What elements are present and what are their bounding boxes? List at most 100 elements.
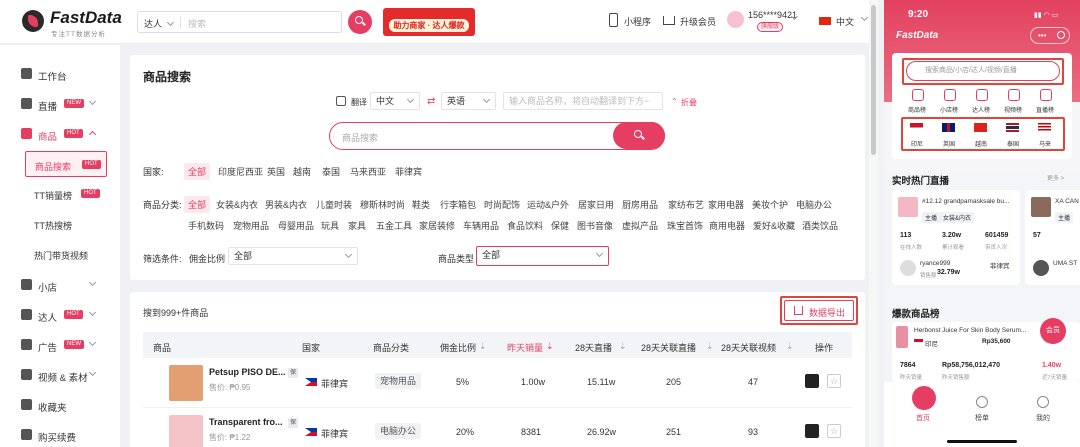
col-related-video[interactable]: 28天关联视频 (721, 341, 776, 354)
category-chip[interactable]: 家用电器 (708, 198, 744, 211)
chevron-down-icon[interactable] (88, 368, 97, 377)
category-chip[interactable]: 家居装修 (419, 219, 455, 232)
country-chip[interactable]: 印度尼西亚 (218, 165, 263, 178)
country-flag-label[interactable]: 泰国 (1007, 139, 1019, 148)
category-chip[interactable]: 男装&内衣 (265, 198, 307, 211)
category-chip[interactable]: 家具 (348, 219, 366, 232)
rank-icon[interactable] (976, 89, 988, 101)
sidebar-sub-hot-videos[interactable]: 热门带货视频 (25, 241, 107, 267)
sidebar-item-favorites[interactable]: 收藏夹 (0, 390, 120, 420)
country-chip[interactable]: 马来西亚 (350, 165, 386, 178)
category-chip[interactable]: 儿童时装 (316, 198, 352, 211)
floating-member-button[interactable]: 会员 (1040, 318, 1066, 344)
sidebar-sub-tt-sales-rank[interactable]: TT销量榜 HOT (25, 181, 107, 207)
country-flag-label[interactable]: 印尼 (911, 139, 923, 148)
mini-program-link[interactable]: 小程序 (624, 15, 651, 28)
scrollbar-thumb[interactable] (871, 5, 876, 155)
product-name[interactable]: Petsup PISO DE... (209, 367, 286, 377)
user-id[interactable]: 156****9421 (748, 10, 797, 20)
live-card[interactable]: #12.12 grandpamasksale bu... 主播 女装&内衣 11… (892, 190, 1020, 285)
rank-icon[interactable] (944, 89, 956, 101)
brand-name[interactable]: FastData (50, 8, 122, 28)
country-flag-label[interactable]: 越南 (975, 139, 987, 148)
category-chip[interactable]: 五金工具 (376, 219, 412, 232)
sidebar-item-live[interactable]: 直播 NEW (0, 89, 120, 119)
sort-icon[interactable]: ⇣ (786, 341, 794, 352)
category-chip[interactable]: 居家日用 (578, 198, 614, 211)
category-chip[interactable]: 虚拟产品 (622, 219, 658, 232)
sidebar-item-workbench[interactable]: 工作台 (0, 59, 120, 89)
mobile-phone-icon[interactable] (609, 13, 618, 27)
rank-icon-label[interactable]: 直播榜 (1036, 105, 1054, 114)
product-thumbnail[interactable] (169, 365, 203, 401)
country-flag-icon[interactable] (1038, 123, 1051, 132)
category-chip[interactable]: 珠宝首饰 (667, 219, 703, 232)
category-chip[interactable]: 母婴用品 (278, 219, 314, 232)
sidebar-item-shop[interactable]: 小店 (0, 270, 120, 300)
capsule-menu[interactable]: ••• (1030, 27, 1070, 44)
rank-tab-icon[interactable] (976, 396, 988, 408)
tab-home[interactable]: 首页 (916, 413, 930, 423)
main-search-input[interactable]: 商品搜索 (342, 131, 378, 144)
sort-icon[interactable]: ⇣ (546, 341, 554, 352)
language-select[interactable]: 中文 (836, 15, 854, 28)
sidebar-item-influencer[interactable]: 达人 HOT (0, 300, 120, 330)
export-data-button[interactable]: 数据导出 (784, 300, 854, 321)
chevron-down-icon[interactable] (88, 308, 97, 317)
category-chip[interactable]: 穆斯林时尚 (360, 198, 405, 211)
star-icon[interactable]: ☆ (827, 374, 841, 388)
global-search-button[interactable] (348, 10, 372, 34)
col-commission[interactable]: 佣金比例 (440, 341, 476, 354)
search-scope-select[interactable]: 达人 (144, 17, 162, 30)
col-yesterday-sales[interactable]: 昨天销量 (507, 341, 543, 354)
rank-icon[interactable] (1040, 89, 1052, 101)
tiktok-icon[interactable] (805, 374, 819, 388)
sidebar-item-ads[interactable]: 广告 NEW (0, 330, 120, 360)
translate-input[interactable]: 输入商品名称，将自动翻译到下方~ (503, 92, 663, 110)
country-flag-label[interactable]: 英国 (943, 139, 955, 148)
chevron-down-icon[interactable] (88, 97, 97, 106)
category-chip[interactable]: 宠物用品 (233, 219, 269, 232)
country-chip[interactable]: 菲律宾 (395, 165, 422, 178)
main-search-button[interactable] (613, 122, 665, 149)
category-chip[interactable]: 家纺布艺 (668, 198, 704, 211)
country-flag-label[interactable]: 马来 (1039, 139, 1051, 148)
category-chip[interactable]: 车辆用品 (463, 219, 499, 232)
translate-from-select[interactable]: 中文 (370, 92, 420, 110)
country-flag-icon[interactable] (942, 123, 955, 132)
china-flag-icon[interactable] (819, 17, 831, 25)
country-flag-icon[interactable] (910, 123, 923, 132)
category-chip[interactable]: 厨房用品 (622, 198, 658, 211)
category-chip[interactable]: 食品饮料 (507, 219, 543, 232)
star-icon[interactable]: ☆ (827, 424, 841, 438)
product-type-select[interactable]: 全部 (476, 246, 609, 266)
rank-icon[interactable] (1008, 89, 1020, 101)
crown-icon[interactable] (663, 16, 675, 25)
global-search-input[interactable]: 搜索 (188, 17, 206, 30)
category-chip[interactable]: 行李箱包 (440, 198, 476, 211)
rank-icon[interactable] (912, 89, 924, 101)
category-chip[interactable]: 图书音像 (577, 219, 613, 232)
collapse-icon[interactable]: ⌃ (671, 97, 678, 106)
live-card-2[interactable]: XA CAN 主播 57 UMA ST (1025, 190, 1080, 285)
rank-icon-label[interactable]: 达人榜 (972, 105, 990, 114)
col-related-live[interactable]: 28天关联直播 (641, 341, 696, 354)
tab-rank[interactable]: 榜单 (975, 413, 989, 423)
country-chip[interactable]: 英国 (267, 165, 285, 178)
country-chip[interactable]: 越南 (293, 165, 311, 178)
category-chip[interactable]: 酒类饮品 (802, 219, 838, 232)
swap-icon[interactable]: ⇄ (427, 96, 435, 107)
col-live-28d[interactable]: 28天直播 (575, 341, 612, 354)
sidebar-sub-product-search[interactable]: 商品搜索 HOT (25, 151, 107, 177)
translate-to-select[interactable]: 英语 (441, 92, 496, 110)
chevron-down-icon[interactable] (860, 13, 869, 22)
sidebar-item-renew[interactable]: 购买续费 (0, 420, 120, 447)
rank-icon-label[interactable]: 商品榜 (908, 105, 926, 114)
category-chip[interactable]: 电脑办公 (796, 198, 832, 211)
category-chip[interactable]: 玩具 (321, 219, 339, 232)
sidebar-sub-tt-hot-search[interactable]: TT热搜榜 (25, 211, 107, 237)
tiktok-icon[interactable] (805, 424, 819, 438)
avatar[interactable] (727, 11, 744, 28)
upgrade-vip-link[interactable]: 升级会员 (680, 15, 716, 28)
collapse-link[interactable]: 折叠 (681, 97, 697, 108)
